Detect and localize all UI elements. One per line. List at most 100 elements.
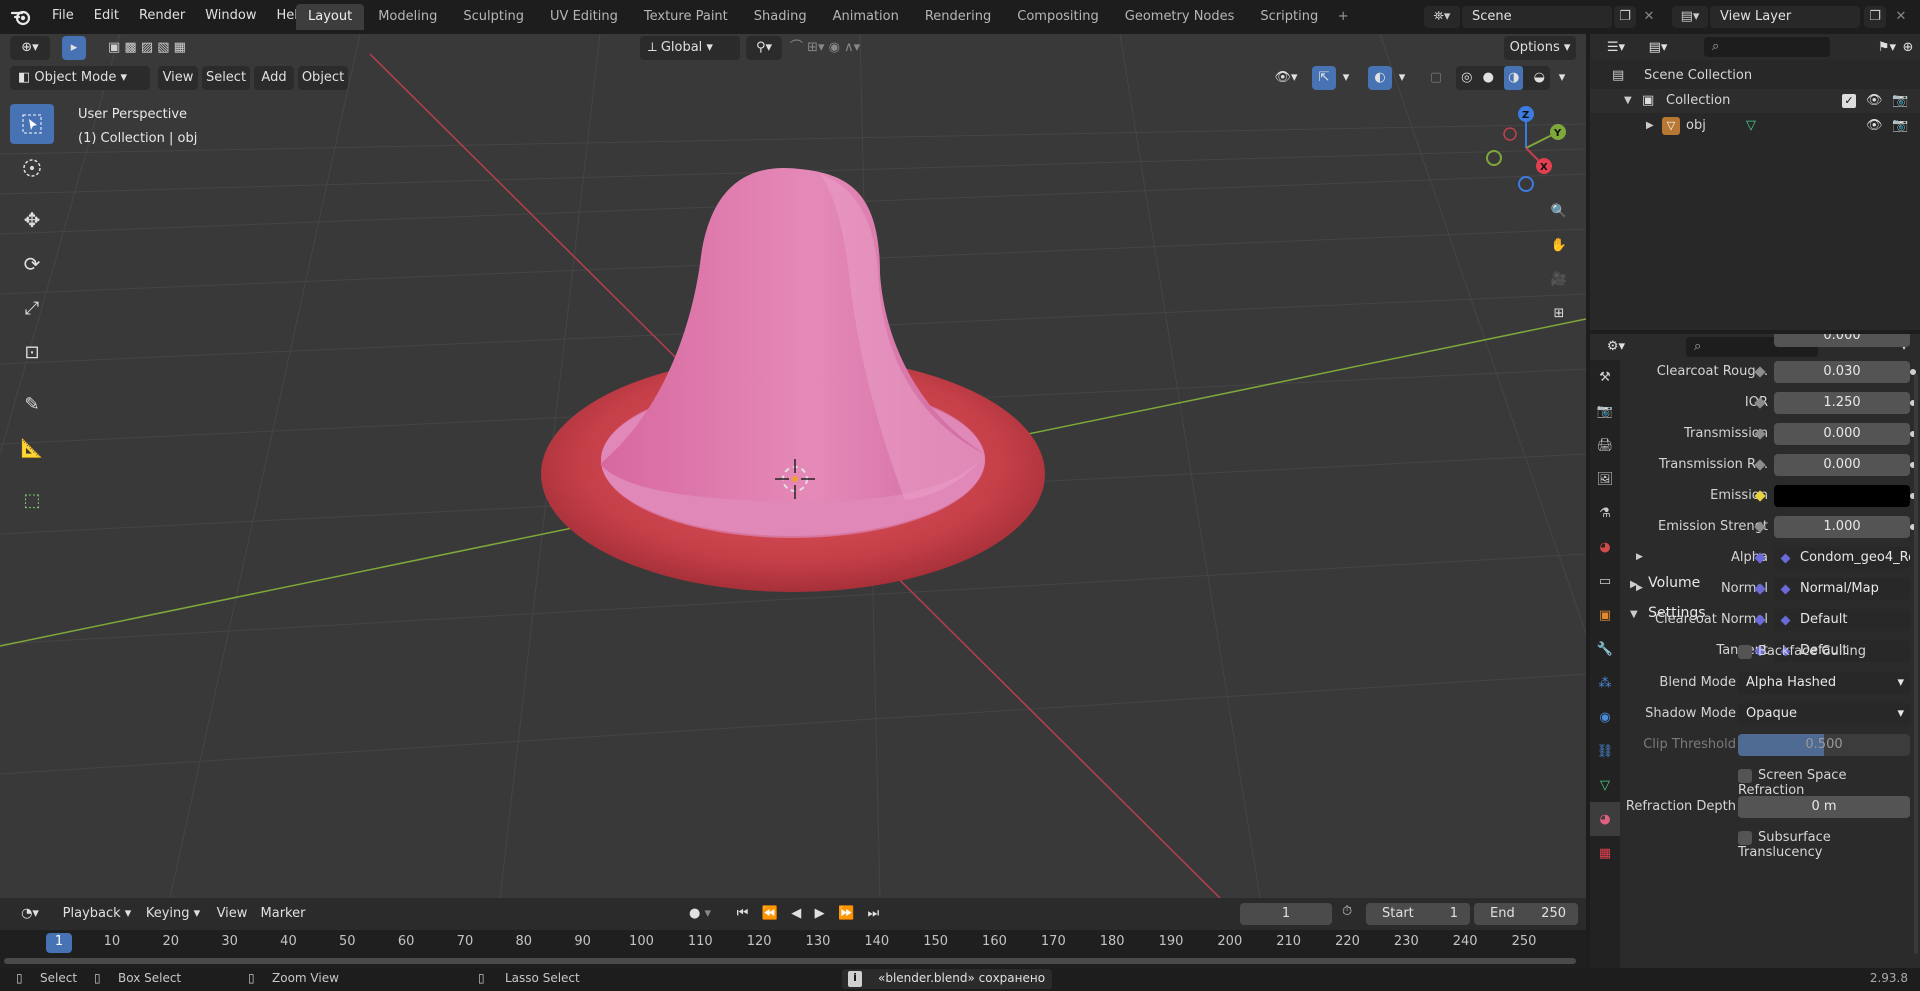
selection-mode-icons[interactable]: ▣ ▩ ▨ ▧ ▦ xyxy=(108,36,228,60)
particles-tab-icon[interactable]: ⁂ xyxy=(1590,666,1620,700)
pan-view-icon[interactable]: ✋ xyxy=(1544,230,1574,260)
scene-tab-icon[interactable]: ⚗ xyxy=(1590,496,1620,530)
transform-tool[interactable]: ⊡ xyxy=(10,332,54,372)
overlays-dropdown-icon[interactable]: ▾ xyxy=(1394,66,1410,90)
scene-copy-icon[interactable]: ❐ xyxy=(1614,6,1636,28)
subsurface-translucency-checkbox[interactable] xyxy=(1738,830,1752,845)
snap-icons[interactable]: ⌒ ⊞▾ ◉ ∧▾ xyxy=(790,36,920,60)
outliner-search-field[interactable]: ⌕ xyxy=(1704,37,1830,57)
camera-view-icon[interactable]: 🎥 xyxy=(1544,264,1574,294)
scene-type-icon[interactable]: ⛯▾ xyxy=(1424,6,1460,28)
world-tab-icon[interactable]: ◕ xyxy=(1590,530,1620,564)
ortho-toggle-icon[interactable]: ⊞ xyxy=(1544,298,1574,328)
auto-keying-button[interactable]: ● ▾ xyxy=(678,902,722,926)
volume-panel-header[interactable]: ▶ Volume xyxy=(1626,570,1916,596)
shading-dropdown-icon[interactable]: ▾ xyxy=(1554,66,1570,90)
current-frame-field[interactable]: 1 xyxy=(1240,903,1332,925)
view-layer-tab-icon[interactable]: 🖼 xyxy=(1590,462,1620,496)
physics-tab-icon[interactable]: ◉ xyxy=(1590,700,1620,734)
obj-render-camera-icon[interactable]: 📷 xyxy=(1892,114,1908,138)
rendered-shading-icon[interactable]: ◒ xyxy=(1534,66,1545,90)
menu-window[interactable]: Window xyxy=(195,0,266,34)
view-layer-close-icon[interactable]: ✕ xyxy=(1890,6,1912,28)
timeline-menu-view[interactable]: View xyxy=(212,902,252,926)
scene-name-field[interactable]: Scene xyxy=(1462,6,1612,28)
timeline-menu-playback[interactable]: Playback ▾ xyxy=(60,902,134,926)
timeline-ruler[interactable]: 1 10 20 30 40 50 60 70 80 90 100 110 120 130 140 150 160… xyxy=(0,930,1586,968)
annotate-tool[interactable]: ✎ xyxy=(10,384,54,424)
options-dropdown[interactable]: Options ▾ xyxy=(1504,36,1576,60)
outliner-row-scene-collection[interactable]: ▤ Scene Collection xyxy=(1590,64,1920,88)
menu-file[interactable]: File xyxy=(42,0,84,34)
timeline-editor-type-button[interactable]: ◔▾ xyxy=(10,902,50,926)
tab-layout[interactable]: Layout xyxy=(296,4,365,30)
tab-shading[interactable]: Shading xyxy=(742,4,819,30)
timeline-scrollbar[interactable] xyxy=(4,958,1576,964)
shader-input-field[interactable]: 0.030 xyxy=(1774,361,1910,383)
jump-end-icon[interactable]: ⏭ xyxy=(868,902,880,926)
tool-settings-tab-icon[interactable]: ⚒ xyxy=(1590,360,1620,394)
gizmo-dropdown-icon[interactable]: ▾ xyxy=(1338,66,1354,90)
viewport-menu-add[interactable]: Add xyxy=(254,66,294,90)
tab-compositing[interactable]: Compositing xyxy=(1005,4,1111,30)
editor-type-button[interactable]: ⊕▾ xyxy=(10,36,50,60)
show-overlays-icon[interactable]: ◐ xyxy=(1368,66,1392,90)
subsurface-translucency-row[interactable]: Subsurface Translucency xyxy=(1626,826,1916,860)
select-tweak-button[interactable]: ▸ xyxy=(62,36,86,60)
play-icon[interactable]: ▶ xyxy=(815,902,825,926)
viewport-menu-select[interactable]: Select xyxy=(202,66,250,90)
shader-input-field[interactable]: 0.000 xyxy=(1774,454,1910,476)
next-keyframe-icon[interactable]: ⏩ xyxy=(838,902,854,926)
shader-input-field[interactable]: Condom_geo4_Refr... xyxy=(1774,547,1910,569)
tab-texture-paint[interactable]: Texture Paint xyxy=(632,4,740,30)
jump-start-icon[interactable]: ⏮ xyxy=(737,902,749,926)
display-mode-dropdown[interactable]: ▤▾ xyxy=(1640,36,1676,60)
shadow-mode-dropdown[interactable]: Opaque ▾ xyxy=(1738,703,1910,725)
menu-render[interactable]: Render xyxy=(129,0,195,34)
move-tool[interactable]: ✥ xyxy=(10,200,54,240)
visibility-eye-icon[interactable]: 👁▾ xyxy=(1268,66,1304,90)
add-workspace-button[interactable]: + xyxy=(1332,4,1354,32)
input-expand-icon[interactable]: ▶ xyxy=(1636,552,1643,562)
collection-render-camera-icon[interactable]: 📷 xyxy=(1892,89,1908,113)
texture-tab-icon[interactable]: ▦ xyxy=(1590,836,1620,870)
object-tab-icon[interactable]: ▣ xyxy=(1590,598,1620,632)
shader-input-field[interactable]: 1.250 xyxy=(1774,392,1910,414)
scene-close-icon[interactable]: ✕ xyxy=(1638,6,1660,28)
tab-uv-editing[interactable]: UV Editing xyxy=(538,4,630,30)
start-frame-field[interactable]: Start 1 xyxy=(1366,903,1470,925)
cursor-tool[interactable] xyxy=(10,148,54,188)
tab-geometry-nodes[interactable]: Geometry Nodes xyxy=(1113,4,1247,30)
shader-input-field[interactable]: 1.000 xyxy=(1774,516,1910,538)
outliner-row-collection[interactable]: ▼ ▣ Collection ✓ 👁 📷 xyxy=(1590,89,1920,113)
end-frame-field[interactable]: End 250 xyxy=(1474,903,1578,925)
constraints-tab-icon[interactable]: ⛓ xyxy=(1590,734,1620,768)
viewport-menu-object[interactable]: Object xyxy=(298,66,348,90)
obj-expand-icon[interactable]: ▶ xyxy=(1646,114,1654,138)
preview-range-icon[interactable]: ⏱ xyxy=(1342,904,1352,919)
modifier-tab-icon[interactable]: 🔧 xyxy=(1590,632,1620,666)
collection-tab-icon[interactable]: ▭ xyxy=(1590,564,1620,598)
xray-toggle-icon[interactable]: ▢ xyxy=(1424,66,1448,90)
scale-tool[interactable]: ⤢ xyxy=(10,288,54,328)
render-tab-icon[interactable]: 📷 xyxy=(1590,394,1620,428)
clip-threshold-slider[interactable]: 0.500 xyxy=(1738,734,1910,756)
material-tab-icon[interactable]: ◕ xyxy=(1590,802,1620,836)
view-layer-name-field[interactable]: View Layer xyxy=(1710,6,1860,28)
view-layer-type-icon[interactable]: ▤▾ xyxy=(1672,6,1708,28)
outliner-editor-type-button[interactable]: ☰▾ xyxy=(1598,36,1634,60)
properties-editor[interactable]: ⚙▾ ⌕ ▾ ⚒ 📷 🖨 🖼 ⚗ ◕ ▭ ▣ 🔧 ⁂ ◉ ⛓ ▽ ◕ ▦ 0.0… xyxy=(1590,334,1920,968)
play-reverse-icon[interactable]: ◀ xyxy=(791,902,801,926)
obj-visibility-eye-icon[interactable]: 👁 xyxy=(1866,114,1883,138)
shading-modes[interactable]: ◎ ● ◑ ◒ xyxy=(1456,66,1550,90)
mesh-data-icon[interactable]: ▽ xyxy=(1746,114,1756,138)
zoom-view-icon[interactable]: 🔍 xyxy=(1544,196,1574,226)
show-gizmo-icon[interactable]: ⇱ xyxy=(1312,66,1336,90)
transform-orientation-dropdown[interactable]: ⟂ Global ▾ xyxy=(640,36,740,60)
collection-expand-icon[interactable]: ▼ xyxy=(1624,89,1632,113)
solid-shading-icon[interactable]: ● xyxy=(1483,66,1494,90)
pivot-point-dropdown[interactable]: ⚲▾ xyxy=(746,36,782,60)
blender-logo-icon[interactable] xyxy=(10,7,32,27)
output-tab-icon[interactable]: 🖨 xyxy=(1590,428,1620,462)
timeline-menu-keying[interactable]: Keying ▾ xyxy=(140,902,206,926)
